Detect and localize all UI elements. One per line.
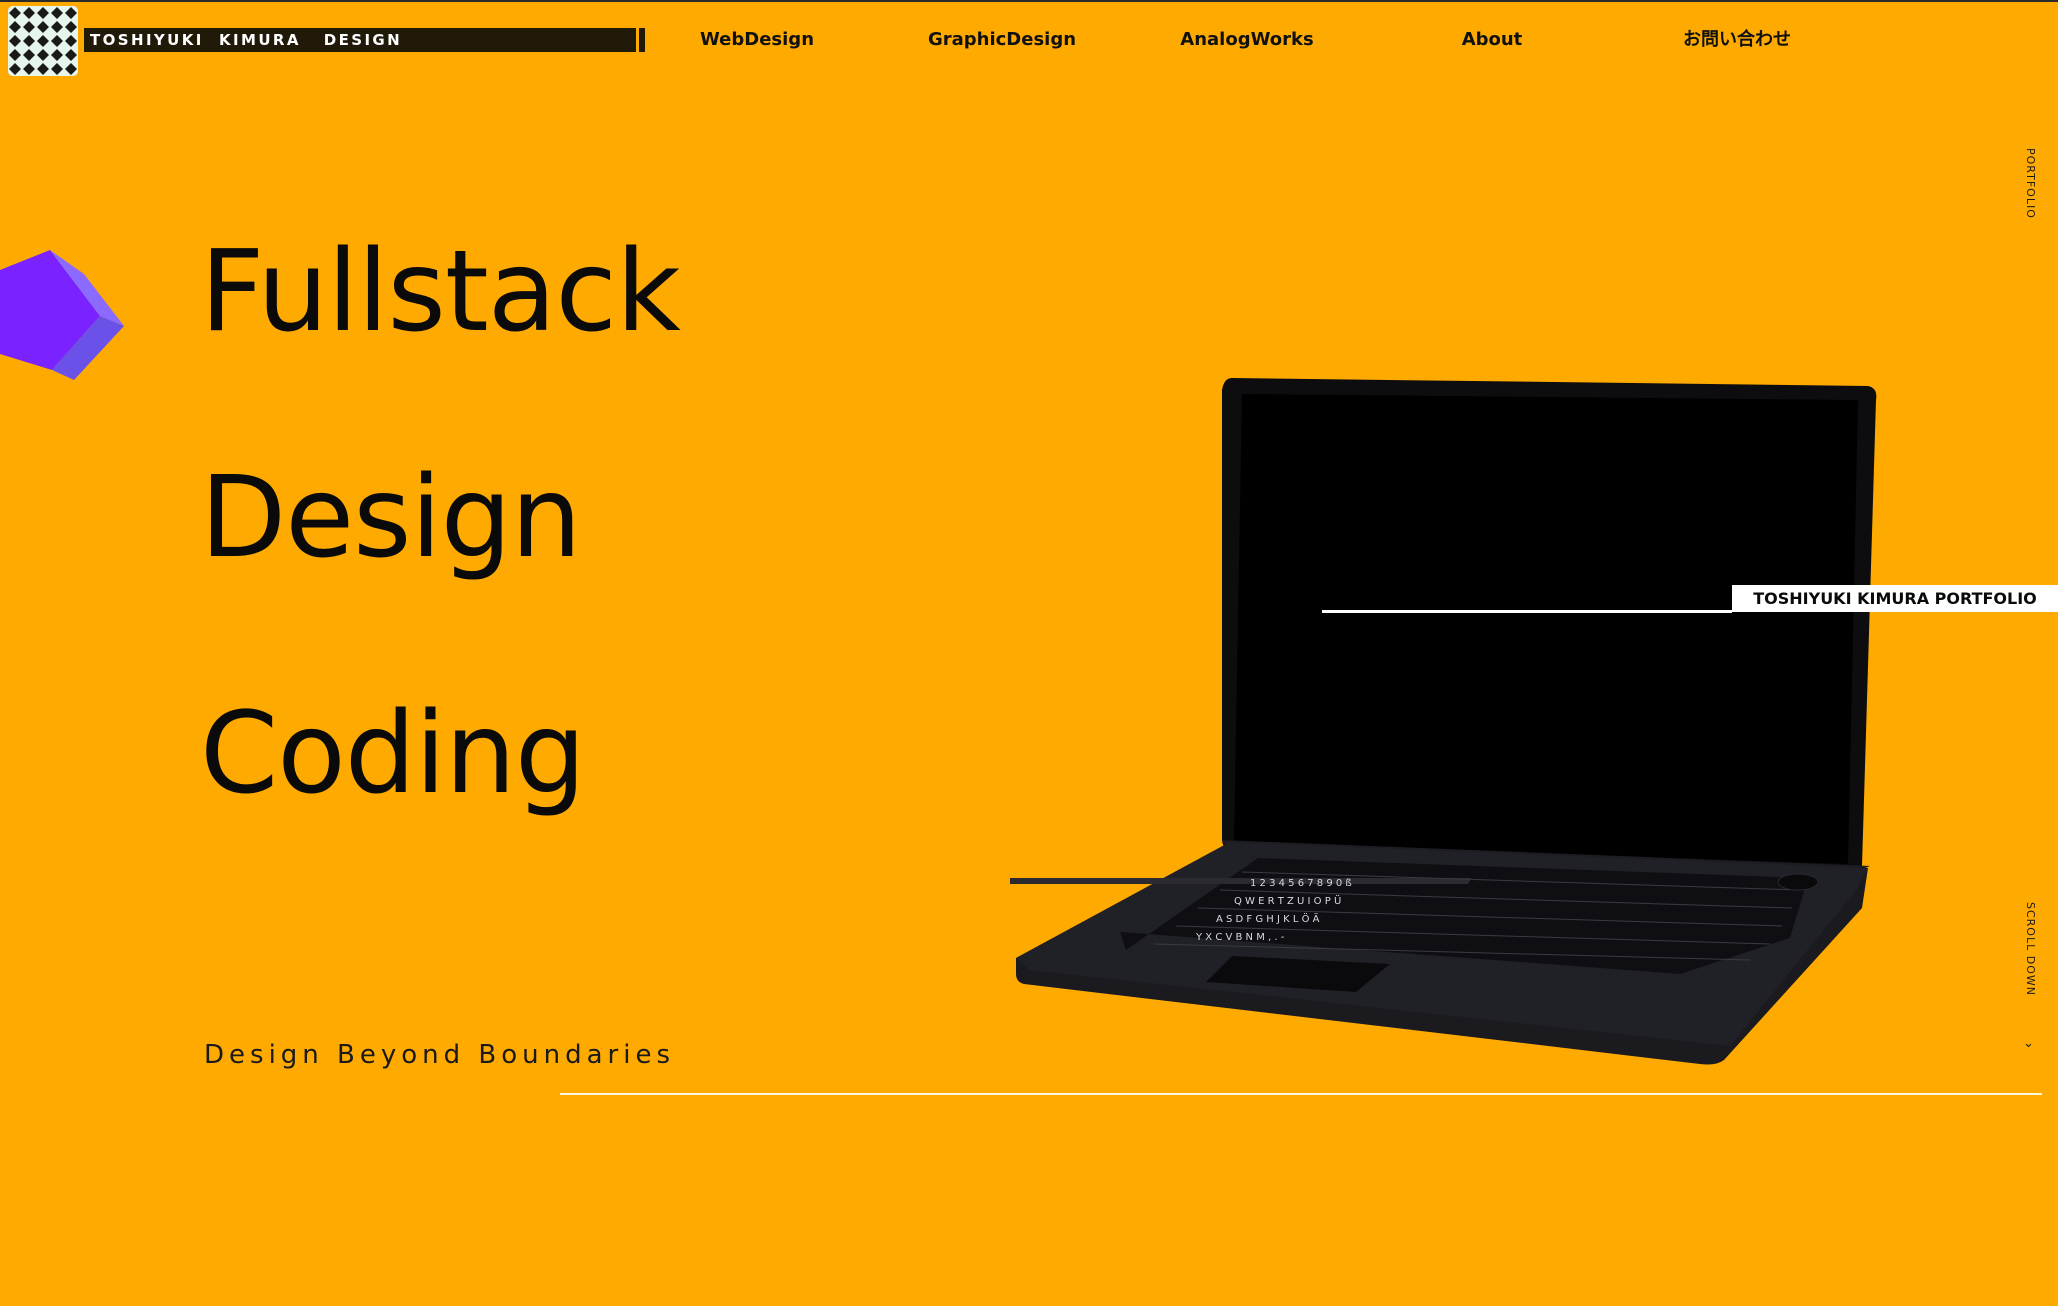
svg-text:A S D F G H J K L Ö Ä: A S D F G H J K L Ö Ä [1216,912,1320,925]
headline-line-3: Coding [200,689,586,819]
chevron-down-icon[interactable]: ⌄ [2023,1036,2034,1051]
laptop-illustration: 1 2 3 4 5 6 7 8 9 0 ß Q W E R T Z U I O … [867,378,1890,1068]
site-title[interactable]: TOSHIYUKI KIMURA DESIGN [90,28,402,52]
purple-cube-icon [0,244,126,382]
nav-webdesign[interactable]: WebDesign [647,26,867,54]
nav-about[interactable]: About [1382,26,1602,54]
svg-text:Q W E R T Z U I O P Ü: Q W E R T Z U I O P Ü [1234,894,1341,907]
nav-contact[interactable]: お問い合わせ [1627,26,1847,54]
portfolio-badge: TOSHIYUKI KIMURA PORTFOLIO [1732,585,2058,612]
nav-graphicdesign[interactable]: GraphicDesign [892,26,1112,54]
logo-pattern-icon[interactable] [8,6,78,76]
side-portfolio-label: PORTFOLIO [2024,148,2037,219]
top-border [0,0,2058,2]
svg-text:1 2 3 4 5 6 7 8 9 0 ß: 1 2 3 4 5 6 7 8 9 0 ß [1250,878,1352,889]
scroll-down-label[interactable]: SCROLL DOWN [2024,902,2037,996]
headline-line-1: Fullstack [200,227,681,357]
nav-analogworks[interactable]: AnalogWorks [1137,26,1357,54]
logo-bar-end [639,28,645,52]
divider-line [560,1093,2042,1095]
tagline: Design Beyond Boundaries [204,1040,675,1070]
headline-line-2: Design [200,453,582,583]
portfolio-line [1322,610,1732,613]
svg-text:Y X C V B N M , . -: Y X C V B N M , . - [1195,932,1285,943]
